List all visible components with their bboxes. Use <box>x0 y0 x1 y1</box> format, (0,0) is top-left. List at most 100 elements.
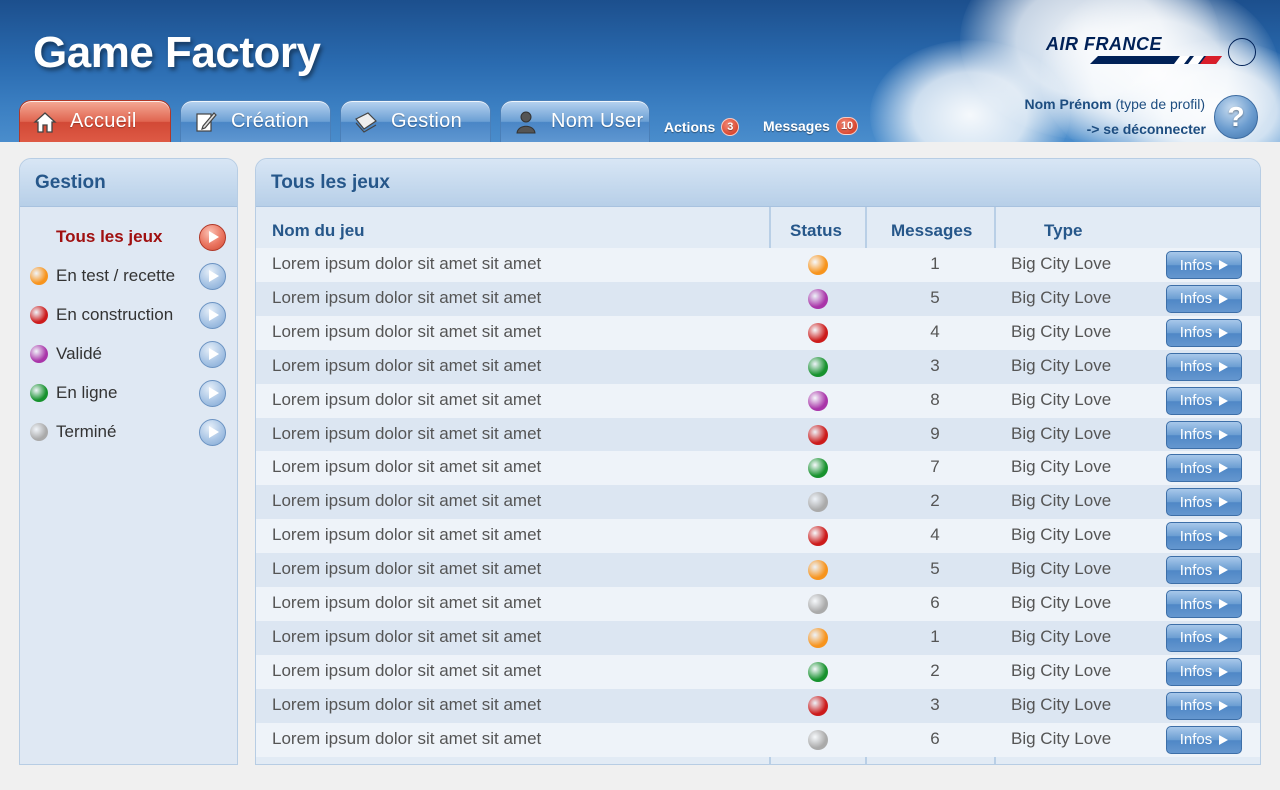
game-type: Big City Love <box>1011 626 1112 646</box>
infos-label: Infos <box>1179 426 1213 443</box>
sidebar-filter-label: Tous les jeux <box>56 227 163 246</box>
messages-count-badge: 10 <box>835 117 859 135</box>
sidebar-filter-label: Validé <box>56 344 102 363</box>
actions-link[interactable]: Actions 3 <box>664 118 740 136</box>
actions-count-badge: 3 <box>721 118 740 136</box>
tab-creation[interactable]: Création <box>180 100 331 142</box>
game-name: Lorem ipsum dolor sit amet sit amet <box>272 287 542 307</box>
arrow-right-icon <box>1219 531 1229 542</box>
table-row: Lorem ipsum dolor sit amet sit amet 1 Big … <box>256 248 1260 282</box>
sidebar-filter-label: En construction <box>56 305 174 324</box>
infos-button[interactable]: Infos <box>1166 691 1242 720</box>
arrow-right-icon <box>1219 599 1229 609</box>
message-count: 4 <box>930 321 940 341</box>
game-name: Lorem ipsum dolor sit amet sit amet <box>272 694 542 714</box>
infos-button[interactable]: Infos <box>1166 251 1242 279</box>
column-header-type[interactable]: Type <box>1044 221 1082 241</box>
status-dot-icon <box>808 729 828 750</box>
message-count: 5 <box>930 287 940 307</box>
sidebar-title: Gestion <box>20 159 237 207</box>
infos-button[interactable]: Infos <box>1166 556 1242 585</box>
messages-link[interactable]: Messages 10 <box>763 117 859 135</box>
infos-label: Infos <box>1179 595 1213 613</box>
status-dot-icon <box>808 255 828 275</box>
column-header-name[interactable]: Nom du jeu <box>272 221 365 241</box>
status-dot-icon <box>808 424 828 445</box>
sidebar-filter-item[interactable]: En test / recette <box>20 261 237 291</box>
infos-button[interactable]: Infos <box>1166 284 1242 313</box>
infos-label: Infos <box>1179 392 1213 410</box>
arrow-right-icon[interactable] <box>199 301 226 329</box>
message-count: 5 <box>930 559 940 579</box>
status-dot-icon <box>808 356 828 377</box>
game-name: Lorem ipsum dolor sit amet sit amet <box>272 491 542 511</box>
table-row: Lorem ipsum dolor sit amet sit amet 5 Big … <box>256 553 1260 588</box>
sidebar-filter-item[interactable]: Validé <box>20 339 237 369</box>
column-header-messages[interactable]: Messages <box>891 221 972 241</box>
infos-label: Infos <box>1179 324 1213 342</box>
game-name: Lorem ipsum dolor sit amet sit amet <box>272 321 542 341</box>
arrow-right-icon[interactable] <box>199 262 226 290</box>
table-row: Lorem ipsum dolor sit amet sit amet 4 Big … <box>256 519 1260 554</box>
infos-button[interactable]: Infos <box>1166 352 1242 381</box>
arrow-right-icon[interactable] <box>199 418 226 446</box>
sidebar-filter-item[interactable]: Terminé <box>20 417 237 447</box>
user-profile-type: (type de profil) <box>1115 96 1205 112</box>
game-type: Big City Love <box>1011 559 1112 579</box>
infos-button[interactable]: Infos <box>1166 318 1242 347</box>
sidebar-filter-item[interactable]: En ligne <box>20 378 237 408</box>
game-type: Big City Love <box>1011 287 1112 307</box>
infos-label: Infos <box>1179 663 1213 681</box>
status-dot-icon <box>808 458 828 479</box>
table-row: Lorem ipsum dolor sit amet sit amet 6 Big … <box>256 722 1260 757</box>
infos-label: Infos <box>1179 697 1213 715</box>
infos-button[interactable]: Infos <box>1166 386 1242 415</box>
table-row: Lorem ipsum dolor sit amet sit amet 8 Big … <box>256 383 1260 418</box>
tab-accueil[interactable]: Accueil <box>19 100 171 142</box>
infos-label: Infos <box>1179 459 1213 477</box>
sidebar-filter-label: En test / recette <box>56 266 176 285</box>
game-name: Lorem ipsum dolor sit amet sit amet <box>272 423 542 443</box>
tab-nom-user[interactable]: Nom User <box>500 100 650 142</box>
sidebar-filter-label: Terminé <box>56 422 117 441</box>
arrow-right-icon <box>1219 429 1229 440</box>
help-button[interactable]: ? <box>1214 95 1258 139</box>
status-dot-icon <box>30 267 48 285</box>
tab-gestion[interactable]: Gestion <box>340 100 491 142</box>
status-dot-icon <box>808 492 828 513</box>
status-dot-icon <box>30 345 48 363</box>
sidebar-filter-item[interactable]: Tous les jeux <box>20 222 237 252</box>
column-header-status[interactable]: Status <box>790 221 842 241</box>
logout-link[interactable]: -> se déconnecter <box>1087 121 1206 137</box>
infos-button[interactable]: Infos <box>1166 623 1242 652</box>
tab-label: Gestion <box>391 110 463 132</box>
message-count: 6 <box>930 728 940 748</box>
game-name: Lorem ipsum dolor sit amet sit amet <box>272 660 542 680</box>
infos-button[interactable]: Infos <box>1166 488 1242 517</box>
infos-button[interactable]: Infos <box>1166 420 1242 449</box>
sidebar-panel: Gestion Tous les jeux En test / recette En… <box>19 158 238 765</box>
infos-button[interactable]: Infos <box>1166 454 1242 483</box>
infos-button[interactable]: Infos <box>1166 522 1242 551</box>
arrow-right-icon[interactable] <box>199 379 226 407</box>
status-dot-icon <box>808 322 828 343</box>
arrow-right-icon <box>1219 293 1229 304</box>
table-row: Lorem ipsum dolor sit amet sit amet 9 Big … <box>256 417 1260 452</box>
user-info: Nom Prénom (type de profil) <box>1025 96 1206 112</box>
message-count: 1 <box>930 254 940 273</box>
status-dot-icon <box>30 306 48 324</box>
arrow-right-icon[interactable] <box>199 340 226 368</box>
game-name: Lorem ipsum dolor sit amet sit amet <box>272 355 542 375</box>
arrow-right-icon <box>1219 734 1229 745</box>
logo-stripes-icon <box>1090 56 1222 64</box>
table-row: Lorem ipsum dolor sit amet sit amet 2 Big … <box>256 654 1260 689</box>
infos-button[interactable]: Infos <box>1166 725 1242 754</box>
sidebar-filter-item[interactable]: En construction <box>20 300 237 330</box>
arrow-right-icon <box>1219 260 1229 270</box>
infos-button[interactable]: Infos <box>1166 590 1242 618</box>
arrow-right-icon[interactable] <box>199 223 226 251</box>
infos-button[interactable]: Infos <box>1166 657 1242 686</box>
game-name: Lorem ipsum dolor sit amet sit amet <box>272 559 542 579</box>
table-row: Lorem ipsum dolor sit amet sit amet 3 Big … <box>256 688 1260 723</box>
logo-seal-icon <box>1228 38 1256 66</box>
